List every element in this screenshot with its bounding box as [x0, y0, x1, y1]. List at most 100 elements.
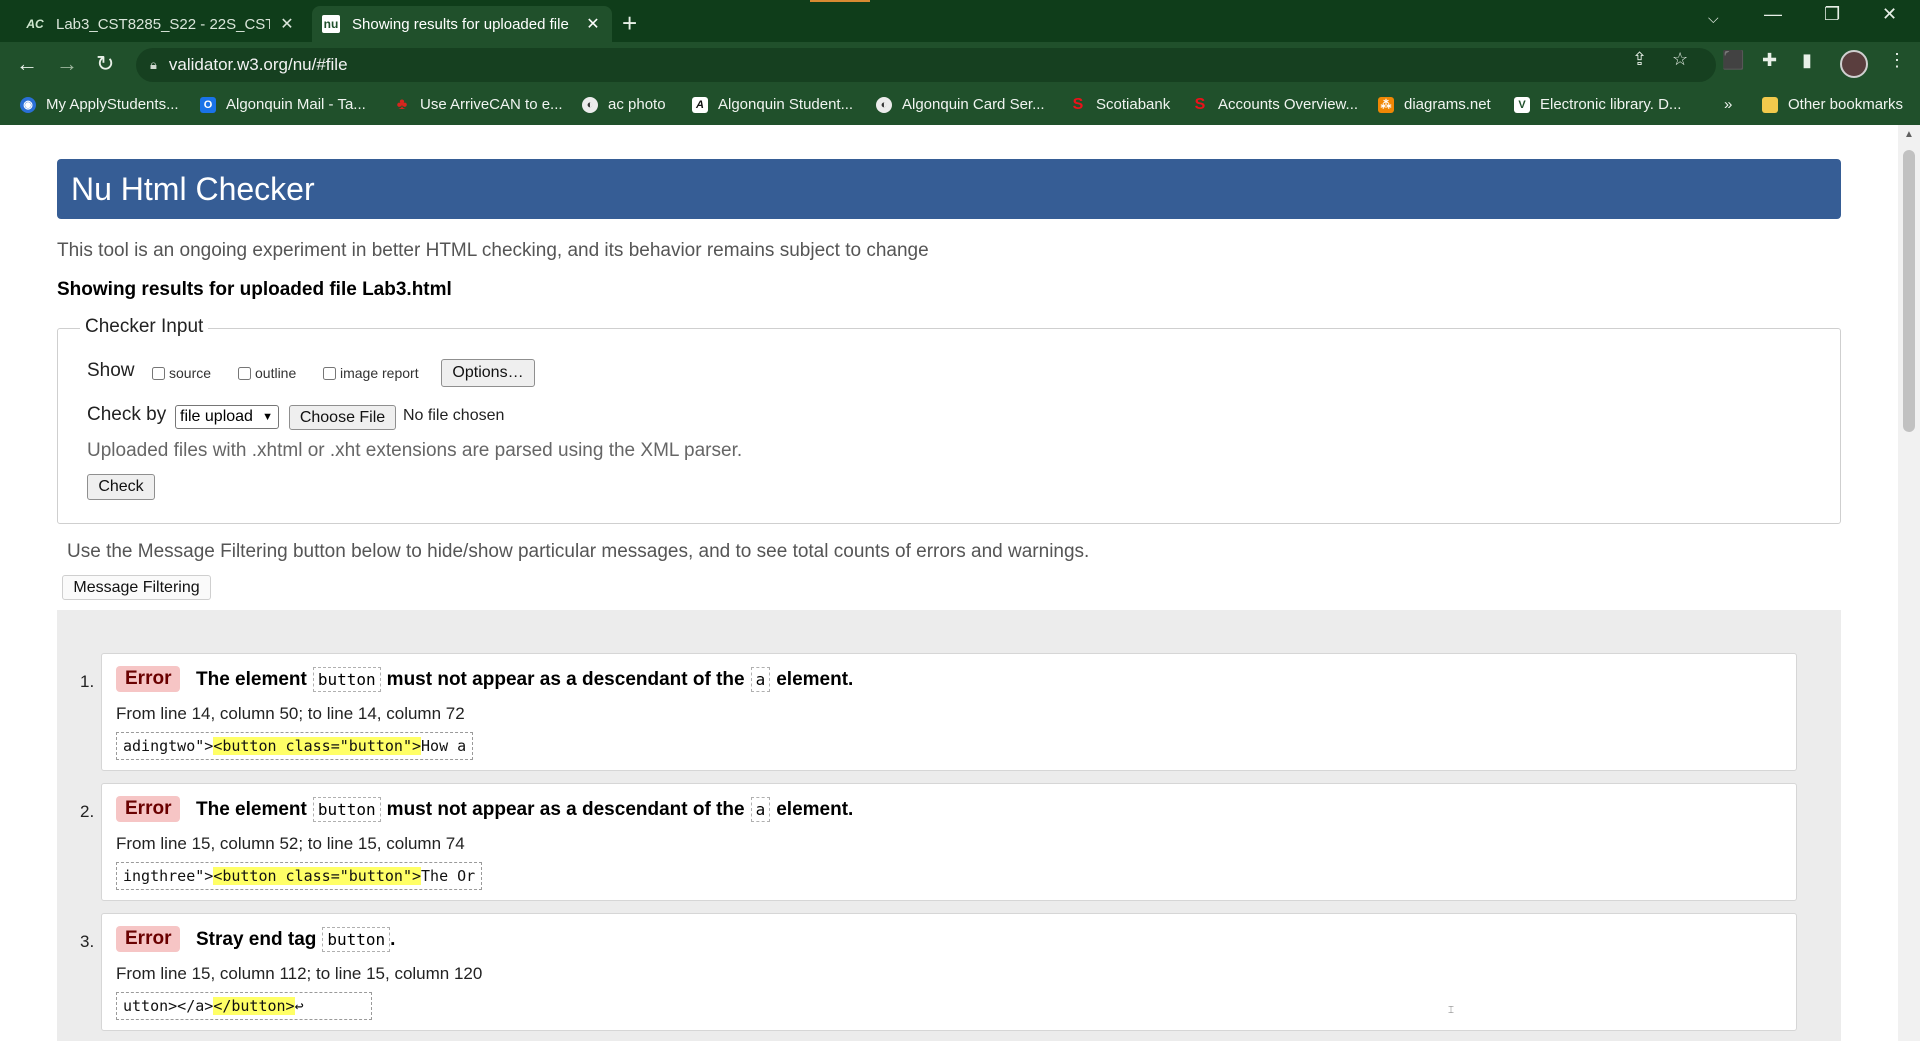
bookmarks-overflow-button[interactable]: »: [1724, 96, 1732, 113]
message-text: element.: [776, 668, 854, 690]
filter-note: Use the Message Filtering button below t…: [67, 541, 1090, 562]
bookmark-item[interactable]: S Scotiabank: [1070, 95, 1171, 114]
message-text: The element: [196, 668, 307, 690]
forward-icon[interactable]: →: [56, 51, 78, 77]
code-extract: adingtwo"> <button class="button"> How a: [116, 732, 474, 760]
bookmark-item[interactable]: O Algonquin Mail - Ta...: [200, 96, 366, 113]
other-bookmarks[interactable]: Other bookmarks: [1762, 96, 1903, 113]
algonquin-favicon-icon: AC: [26, 17, 44, 31]
message-text: The element: [196, 798, 307, 820]
bookmark-item[interactable]: ◐ ac photo: [582, 96, 666, 113]
globe-icon: ◐: [876, 96, 892, 113]
outlook-icon: O: [200, 96, 216, 113]
error-badge: Error: [116, 796, 181, 822]
message-text: element.: [776, 798, 854, 820]
checkbox[interactable]: [152, 366, 165, 380]
close-tab-icon[interactable]: ✕: [584, 14, 602, 34]
globe-icon: ◉: [20, 96, 36, 113]
bookmark-label: Algonquin Student...: [718, 96, 854, 113]
checkbox-label: outline: [255, 365, 297, 381]
folder-icon: [1762, 96, 1778, 113]
bookmark-item[interactable]: V Electronic library. D...: [1514, 96, 1681, 113]
scroll-thumb[interactable]: [1903, 150, 1915, 432]
extract-highlight: <button class="button">: [213, 737, 422, 755]
profile-avatar[interactable]: [1840, 50, 1868, 78]
bookmark-item[interactable]: ◉ My ApplyStudents...: [20, 96, 179, 113]
url-text: validator.w3.org/nu/#file: [168, 55, 348, 74]
share-icon[interactable]: ⇪: [1632, 49, 1647, 70]
v-logo-icon: V: [1514, 96, 1530, 113]
extensions-puzzle-icon[interactable]: ✚: [1762, 50, 1777, 71]
message-filtering-button[interactable]: Message Filtering: [62, 575, 211, 600]
options-button[interactable]: Options…: [441, 359, 535, 387]
bookmark-item[interactable]: ♣ Use ArriveCAN to e...: [394, 95, 563, 114]
checkbox[interactable]: [323, 366, 336, 380]
code-extract: ingthree"> <button class="button"> The Or: [116, 862, 483, 890]
bookmark-label: Use ArriveCAN to e...: [420, 96, 563, 113]
choose-file-button[interactable]: Choose File: [289, 405, 396, 430]
minimize-icon[interactable]: —: [1764, 4, 1782, 25]
new-tab-icon[interactable]: +: [622, 8, 637, 39]
results-heading: Showing results for uploaded file Lab3.h…: [57, 279, 452, 300]
menu-dots-icon[interactable]: ⋮: [1888, 50, 1906, 71]
bookmark-label: diagrams.net: [1404, 96, 1491, 113]
bookmark-label: Algonquin Card Ser...: [902, 96, 1045, 113]
bookmark-item[interactable]: ◐ Algonquin Card Ser...: [876, 96, 1045, 113]
message-title: Stray end tag button .: [196, 927, 395, 952]
message-item: Error The element button must not appear…: [101, 653, 1797, 771]
bookmark-item[interactable]: ⁂ diagrams.net: [1378, 96, 1491, 113]
message-location: From line 15, column 112; to line 15, co…: [116, 964, 483, 983]
address-bar[interactable]: 🔒︎ validator.w3.org/nu/#file: [136, 48, 1716, 82]
tab-lab3[interactable]: AC Lab3_CST8285_S22 - 22S_CST82 ✕: [16, 6, 306, 42]
nu-favicon-icon: nu: [322, 15, 340, 33]
bookmark-label: Accounts Overview...: [1218, 96, 1359, 113]
code-element-name: button: [322, 927, 391, 952]
bookmark-item[interactable]: A Algonquin Student...: [692, 96, 853, 113]
tab-title: Showing results for uploaded file: [352, 15, 569, 33]
message-location: From line 15, column 52; to line 15, col…: [116, 834, 465, 853]
bookmark-item[interactable]: S Accounts Overview...: [1192, 96, 1359, 114]
extract-before: ingthree">: [123, 867, 214, 885]
scroll-up-icon[interactable]: ▲: [1904, 129, 1914, 140]
bookmark-label: Other bookmarks: [1788, 96, 1904, 113]
message-title: The element button must not appear as a …: [196, 797, 853, 822]
error-badge: Error: [116, 926, 181, 952]
bookmark-label: Algonquin Mail - Ta...: [226, 96, 366, 113]
side-panel-icon[interactable]: ▮: [1802, 50, 1812, 71]
pdf-extension-icon[interactable]: ⬛: [1722, 50, 1744, 71]
page-scrollbar[interactable]: ▲: [1898, 125, 1920, 1041]
bookmark-star-icon[interactable]: ☆: [1672, 49, 1688, 70]
reload-icon[interactable]: ↻: [96, 51, 114, 77]
bookmarks-bar: ◉ My ApplyStudents... O Algonquin Mail -…: [0, 88, 1920, 125]
back-icon[interactable]: ←: [16, 51, 38, 77]
page-banner: Nu Html Checker: [57, 159, 1841, 219]
maple-leaf-icon: ♣: [396, 95, 408, 113]
message-text: must not appear as a descendant of the: [386, 798, 745, 820]
code-element-name: button: [312, 667, 381, 692]
scotiabank-icon: S: [1072, 95, 1084, 113]
restore-icon[interactable]: ❐: [1824, 4, 1840, 25]
checkbox-label: image report: [340, 365, 419, 381]
check-button[interactable]: Check: [87, 474, 155, 500]
code-element-name: a: [750, 667, 771, 692]
show-outline-checkbox[interactable]: outline: [238, 365, 296, 381]
extract-highlight: </button>: [213, 997, 295, 1015]
check-by-select[interactable]: file upload ▼: [175, 405, 279, 429]
message-item: Error The element button must not appear…: [101, 783, 1797, 901]
extract-after: How a: [421, 737, 467, 755]
show-source-checkbox[interactable]: source: [152, 365, 211, 381]
no-file-text: No file chosen: [403, 407, 505, 424]
message-number: 3.: [80, 932, 95, 951]
close-tab-icon[interactable]: ✕: [278, 14, 296, 34]
drawio-icon: ⁂: [1378, 96, 1394, 113]
select-value: file upload: [180, 408, 253, 425]
checkbox[interactable]: [238, 366, 251, 380]
message-text: .: [390, 928, 396, 950]
close-window-icon[interactable]: ✕: [1882, 4, 1897, 25]
show-image-report-checkbox[interactable]: image report: [323, 365, 419, 381]
message-number: 1.: [80, 672, 95, 691]
message-text: must not appear as a descendant of the: [386, 668, 745, 690]
message-title: The element button must not appear as a …: [196, 667, 853, 692]
tab-search-chevron-icon[interactable]: ⌵: [1708, 10, 1719, 27]
tab-validator[interactable]: nu Showing results for uploaded file ✕: [312, 6, 612, 42]
